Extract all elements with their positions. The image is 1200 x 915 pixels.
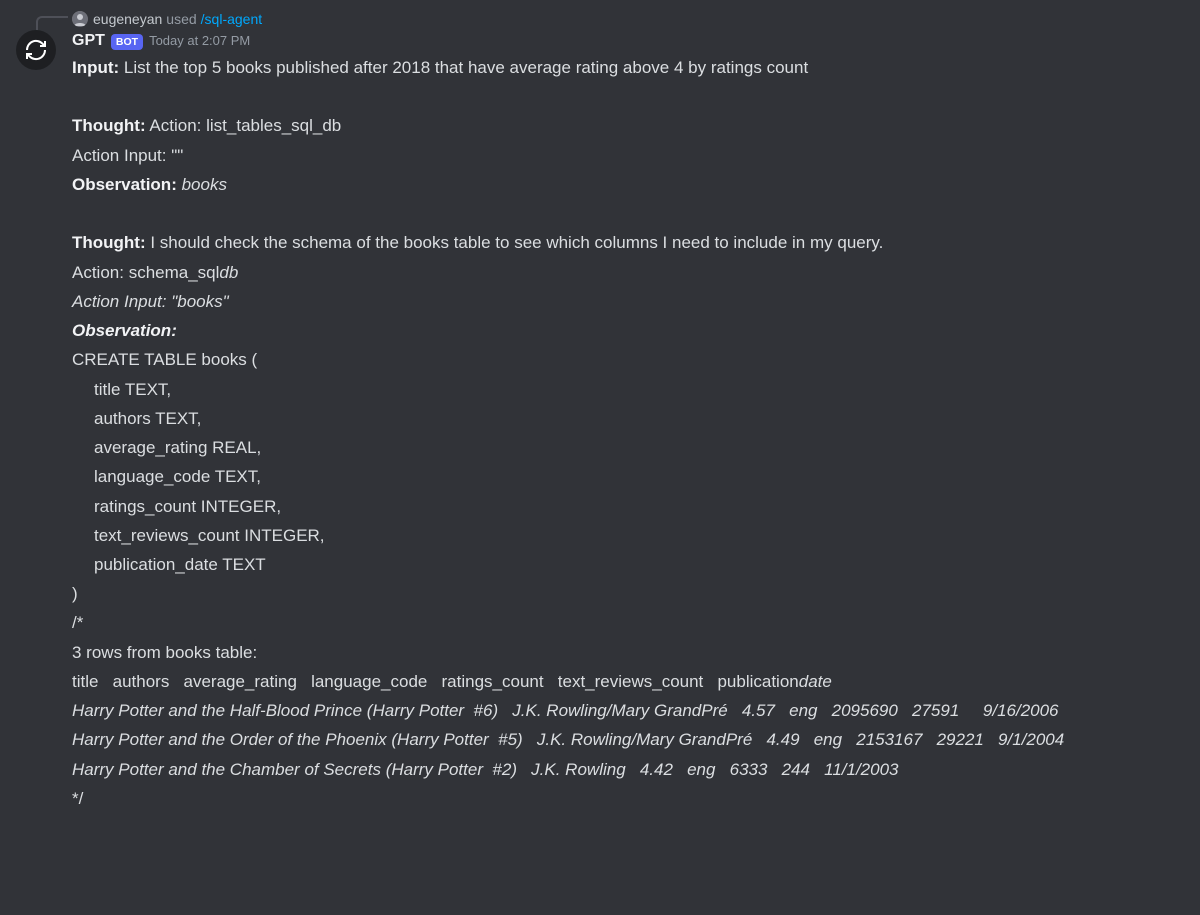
schema-line-3: authors TEXT, bbox=[94, 409, 201, 428]
label-input: Input: bbox=[72, 58, 119, 77]
schema-line-5: language_code TEXT, bbox=[94, 467, 261, 486]
text-thought1-action: Action: list_tables_sql_db bbox=[146, 116, 342, 135]
label-observation-1: Observation: bbox=[72, 175, 177, 194]
label-action-input-1: Action Input: bbox=[72, 146, 167, 165]
text-input: List the top 5 books published after 201… bbox=[119, 58, 808, 77]
message-header: GPT BOT Today at 2:07 PM bbox=[72, 32, 1184, 50]
schema-line-8: publication_date TEXT bbox=[94, 555, 266, 574]
label-thought-1: Thought: bbox=[72, 116, 146, 135]
schema-line-2: title TEXT, bbox=[94, 380, 171, 399]
message-timestamp: Today at 2:07 PM bbox=[149, 33, 250, 48]
reply-spine bbox=[36, 16, 68, 30]
label-observation-2: Observation: bbox=[72, 321, 177, 340]
comment-open: /* bbox=[72, 613, 83, 632]
message: eugeneyan used /sql-agent GPT BOT Today … bbox=[0, 0, 1200, 813]
text-action2-line: Action: schema_sql bbox=[72, 263, 219, 282]
bot-username[interactable]: GPT bbox=[72, 32, 105, 50]
rows-header: 3 rows from books table: bbox=[72, 643, 257, 662]
bot-avatar[interactable] bbox=[16, 30, 56, 70]
schema-line-9: ) bbox=[72, 584, 78, 603]
schema-line-6: ratings_count INTEGER, bbox=[94, 497, 281, 516]
text-action-input1: "" bbox=[167, 146, 184, 165]
table-row-1: Harry Potter and the Half-Blood Prince (… bbox=[72, 701, 1059, 720]
table-row-2: Harry Potter and the Order of the Phoeni… bbox=[72, 730, 1064, 749]
message-content: Input: List the top 5 books published af… bbox=[72, 53, 1184, 813]
schema-line-4: average_rating REAL, bbox=[94, 438, 261, 457]
refresh-icon bbox=[24, 38, 48, 62]
cols-line-b: date bbox=[799, 672, 832, 691]
text-action2-suffix: db bbox=[219, 263, 238, 282]
reply-context[interactable]: eugeneyan used /sql-agent bbox=[36, 8, 1184, 30]
cols-line-a: title authors average_rating language_co… bbox=[72, 672, 799, 691]
label-thought-2: Thought: bbox=[72, 233, 146, 252]
schema-line-7: text_reviews_count INTEGER, bbox=[94, 526, 325, 545]
reply-slash-command[interactable]: /sql-agent bbox=[201, 11, 262, 27]
text-action-input2: Action Input: "books" bbox=[72, 292, 229, 311]
text-thought2: I should check the schema of the books t… bbox=[146, 233, 884, 252]
comment-close: */ bbox=[72, 789, 83, 808]
text-observation1: books bbox=[182, 175, 227, 194]
schema-line-1: CREATE TABLE books ( bbox=[72, 350, 257, 369]
table-row-3: Harry Potter and the Chamber of Secrets … bbox=[72, 760, 899, 779]
reply-avatar[interactable] bbox=[72, 11, 88, 27]
reply-used-label: used bbox=[166, 11, 196, 27]
reply-username[interactable]: eugeneyan bbox=[93, 11, 162, 27]
bot-tag-badge: BOT bbox=[111, 34, 143, 50]
